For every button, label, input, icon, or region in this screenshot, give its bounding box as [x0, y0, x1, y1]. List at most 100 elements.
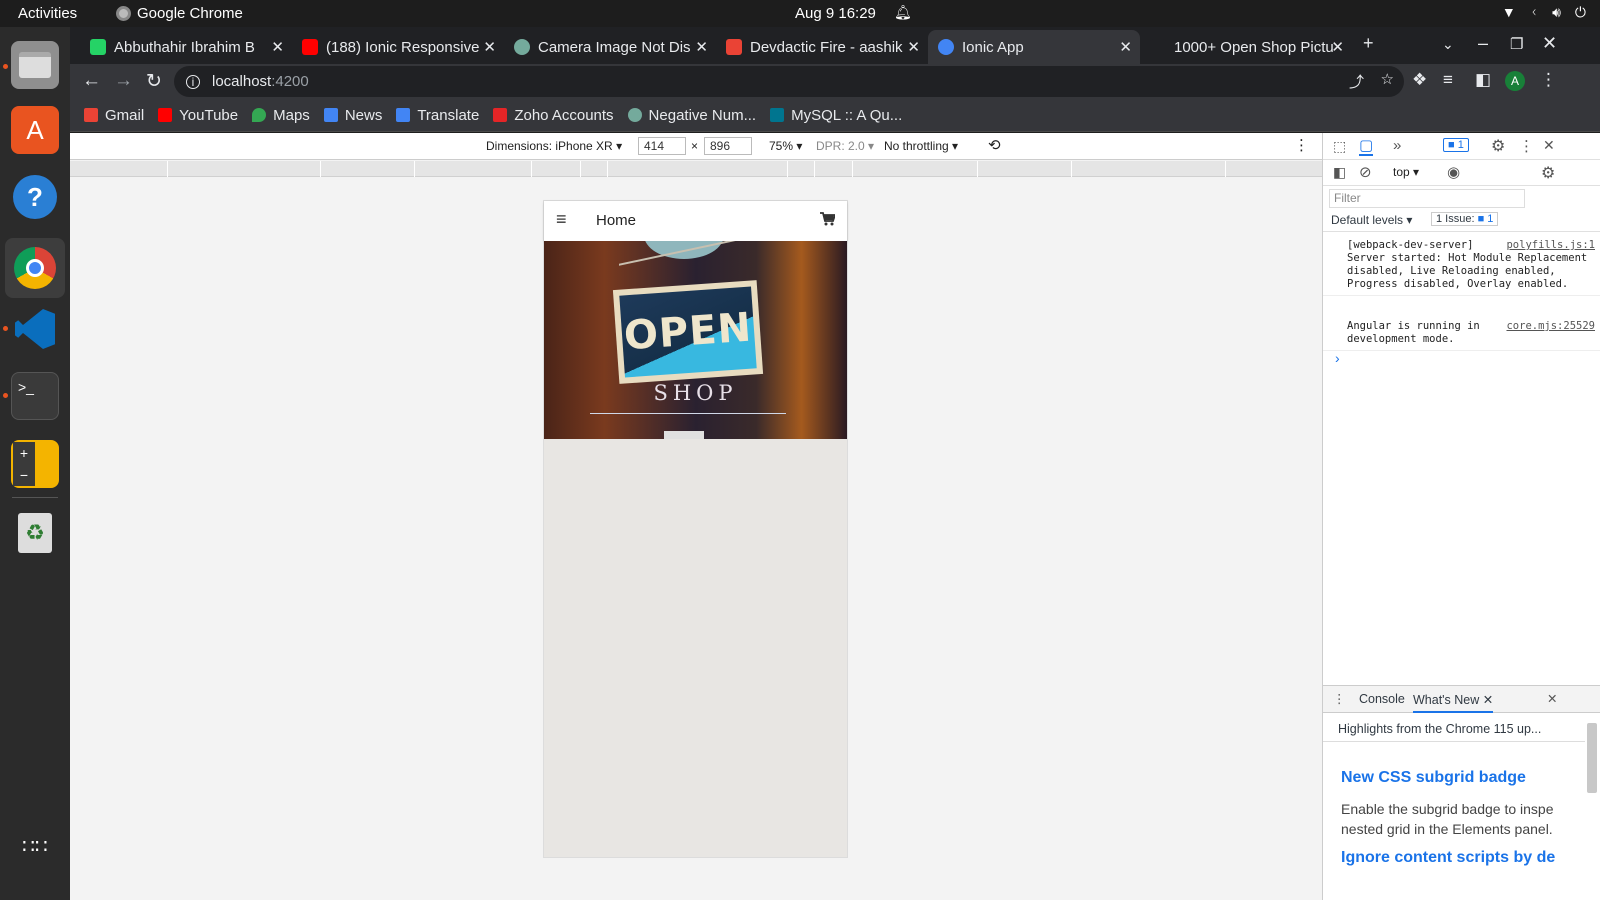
address-bar[interactable]: i localhost:4200 ⤴ ☆	[174, 66, 1404, 97]
more-tabs-icon[interactable]: »	[1393, 137, 1401, 154]
bookmark-youtube[interactable]: YouTube	[158, 107, 238, 124]
reading-list-icon[interactable]: ≡	[1443, 70, 1453, 90]
console-source-link[interactable]: core.mjs:25529	[1506, 320, 1595, 333]
close-tab-icon[interactable]: ✕	[1119, 38, 1132, 56]
gmail-icon	[84, 108, 98, 122]
new-tab-button[interactable]: +	[1363, 33, 1374, 54]
menu-icon[interactable]: ≡	[556, 209, 567, 230]
close-window-icon[interactable]: ✕	[1542, 33, 1557, 54]
clock[interactable]: Aug 9 16:29	[795, 5, 876, 22]
chrome-menu-icon[interactable]: ⋮	[1540, 70, 1557, 90]
tab-chatgpt[interactable]: Camera Image Not Dis ✕	[504, 30, 716, 64]
trash-icon[interactable]: ♻︎	[11, 509, 59, 557]
bookmark-star-icon[interactable]: ☆	[1381, 70, 1394, 88]
restore-icon[interactable]: ❐	[1510, 35, 1523, 53]
console-prompt[interactable]: ›	[1335, 350, 1340, 366]
bookmark-translate[interactable]: Translate	[396, 107, 479, 124]
throttling-select[interactable]: No throttling ▾	[884, 139, 958, 153]
device-width-input[interactable]: 414	[638, 137, 686, 155]
tab-open-shop[interactable]: 1000+ Open Shop Pictu ✕	[1140, 30, 1352, 64]
console-message: polyfills.js:1 [webpack-dev-server] Serv…	[1323, 237, 1600, 296]
activities-button[interactable]: Activities	[18, 5, 77, 22]
drawer-menu-icon[interactable]: ⋮	[1333, 691, 1346, 706]
dimension-separator: ×	[691, 139, 699, 153]
drawer-tab-bar: ⋮ Console What's New ✕ ✕	[1323, 685, 1600, 713]
calculator-icon[interactable]: + −	[11, 440, 59, 488]
zoom-select[interactable]: 75% ▾	[769, 139, 802, 153]
issues-button[interactable]: 1 Issue: ■ 1	[1431, 212, 1499, 226]
devtools-menu-icon[interactable]: ⋮	[1519, 137, 1534, 155]
console-filter-input[interactable]: Filter	[1329, 189, 1525, 208]
close-tab-icon[interactable]: ✕	[695, 38, 708, 56]
drawer-tab-console[interactable]: Console	[1359, 692, 1405, 706]
sidebar-toggle-icon[interactable]: ◧	[1333, 164, 1346, 181]
app-menu[interactable]: Google Chrome	[116, 5, 243, 22]
vscode-icon[interactable]	[11, 305, 59, 353]
close-drawer-icon[interactable]: ✕	[1547, 691, 1557, 706]
software-icon[interactable]: A	[11, 106, 59, 154]
share-icon[interactable]: ⤴	[1349, 71, 1364, 92]
clear-console-icon[interactable]: ⊘	[1359, 163, 1372, 181]
whats-new-item-title[interactable]: New CSS subgrid badge	[1341, 769, 1587, 787]
tab-search-icon[interactable]: ⌄	[1442, 36, 1454, 53]
drawer-scrollbar[interactable]	[1587, 723, 1597, 793]
tab-title: (188) Ionic Responsive	[326, 38, 480, 56]
close-tab-icon[interactable]: ✕	[1483, 693, 1493, 707]
bookmark-maps[interactable]: Maps	[252, 107, 310, 124]
console-toolbar: ◧ ⊘ top ▾ ◉ ⚙	[1323, 160, 1600, 186]
inspect-element-icon[interactable]: ⬚	[1333, 138, 1346, 155]
tab-whatsapp[interactable]: Abbuthahir Ibrahim B ✕	[80, 30, 292, 64]
bookmark-mysql[interactable]: MySQL :: A Qu...	[770, 107, 902, 124]
files-icon[interactable]	[11, 41, 59, 89]
bookmark-negative-num[interactable]: Negative Num...	[627, 107, 756, 124]
device-dimensions-select[interactable]: Dimensions: iPhone XR ▾	[486, 139, 622, 153]
tab-youtube[interactable]: (188) Ionic Responsive ✕	[292, 30, 504, 64]
bookmark-gmail[interactable]: Gmail	[84, 107, 144, 124]
help-icon[interactable]: ?	[11, 173, 59, 221]
bell-icon[interactable]: 🔔︎	[894, 4, 912, 21]
bookmark-zoho[interactable]: Zoho Accounts	[493, 107, 614, 124]
site-info-icon[interactable]: i	[186, 74, 200, 89]
show-apps-icon[interactable]: ∷∷	[11, 822, 59, 870]
forward-icon[interactable]: →	[114, 70, 133, 92]
log-levels-select[interactable]: Default levels ▾	[1331, 213, 1412, 227]
profile-avatar[interactable]: A	[1505, 71, 1525, 91]
media-query-ruler[interactable]	[70, 161, 1322, 177]
minimize-icon[interactable]: –	[1478, 33, 1488, 54]
console-source-link[interactable]: polyfills.js:1	[1506, 239, 1595, 252]
device-height-input[interactable]: 896	[704, 137, 752, 155]
issues-badge[interactable]: ■ 1	[1443, 138, 1469, 152]
device-toolbar-menu-icon[interactable]: ⋮	[1294, 136, 1309, 154]
bookmarks-bar: Gmail YouTube Maps News Translate Zoho A…	[70, 99, 1600, 132]
terminal-icon[interactable]: >_	[11, 372, 59, 420]
close-devtools-icon[interactable]: ✕	[1543, 137, 1555, 154]
running-indicator	[3, 393, 8, 398]
reload-icon[interactable]: ↻	[146, 70, 162, 93]
whats-new-item-title[interactable]: Ignore content scripts by de	[1341, 849, 1587, 867]
dpr-select[interactable]: DPR: 2.0 ▾	[816, 139, 874, 153]
close-tab-icon[interactable]: ✕	[271, 38, 284, 56]
close-tab-icon[interactable]: ✕	[907, 38, 920, 56]
device-toggle-icon[interactable]: ▢	[1359, 136, 1374, 156]
mysql-icon	[770, 108, 785, 122]
whats-new-content: New CSS subgrid badge Enable the subgrid…	[1341, 769, 1587, 867]
side-panel-icon[interactable]: ◧	[1475, 70, 1491, 90]
chrome-dock-icon[interactable]	[5, 238, 65, 298]
console-settings-icon[interactable]: ⚙	[1541, 163, 1555, 183]
os-top-bar: Activities Google Chrome Aug 9 16:29 🔔︎ …	[0, 0, 1600, 27]
wifi-icon: ▼	[1501, 4, 1516, 20]
close-tab-icon[interactable]: ✕	[483, 38, 496, 56]
tab-ionic-app[interactable]: Ionic App ✕	[928, 30, 1140, 64]
system-tray[interactable]: ▼ ᚲ 🔊︎ ⏻	[1502, 4, 1586, 21]
cart-icon[interactable]	[820, 212, 837, 231]
back-icon[interactable]: ←	[82, 70, 101, 92]
tab-gmail[interactable]: Devdactic Fire - aashik ✕	[716, 30, 928, 64]
context-select[interactable]: top ▾	[1393, 165, 1419, 179]
close-tab-icon[interactable]: ✕	[1331, 38, 1344, 56]
bookmark-news[interactable]: News	[323, 107, 382, 124]
settings-icon[interactable]: ⚙	[1491, 136, 1505, 156]
live-expression-icon[interactable]: ◉	[1447, 163, 1460, 181]
extensions-icon[interactable]: ❖	[1412, 70, 1427, 90]
rotate-icon[interactable]: ⟲	[988, 136, 1001, 154]
drawer-tab-whats-new[interactable]: What's New ✕	[1413, 692, 1494, 713]
